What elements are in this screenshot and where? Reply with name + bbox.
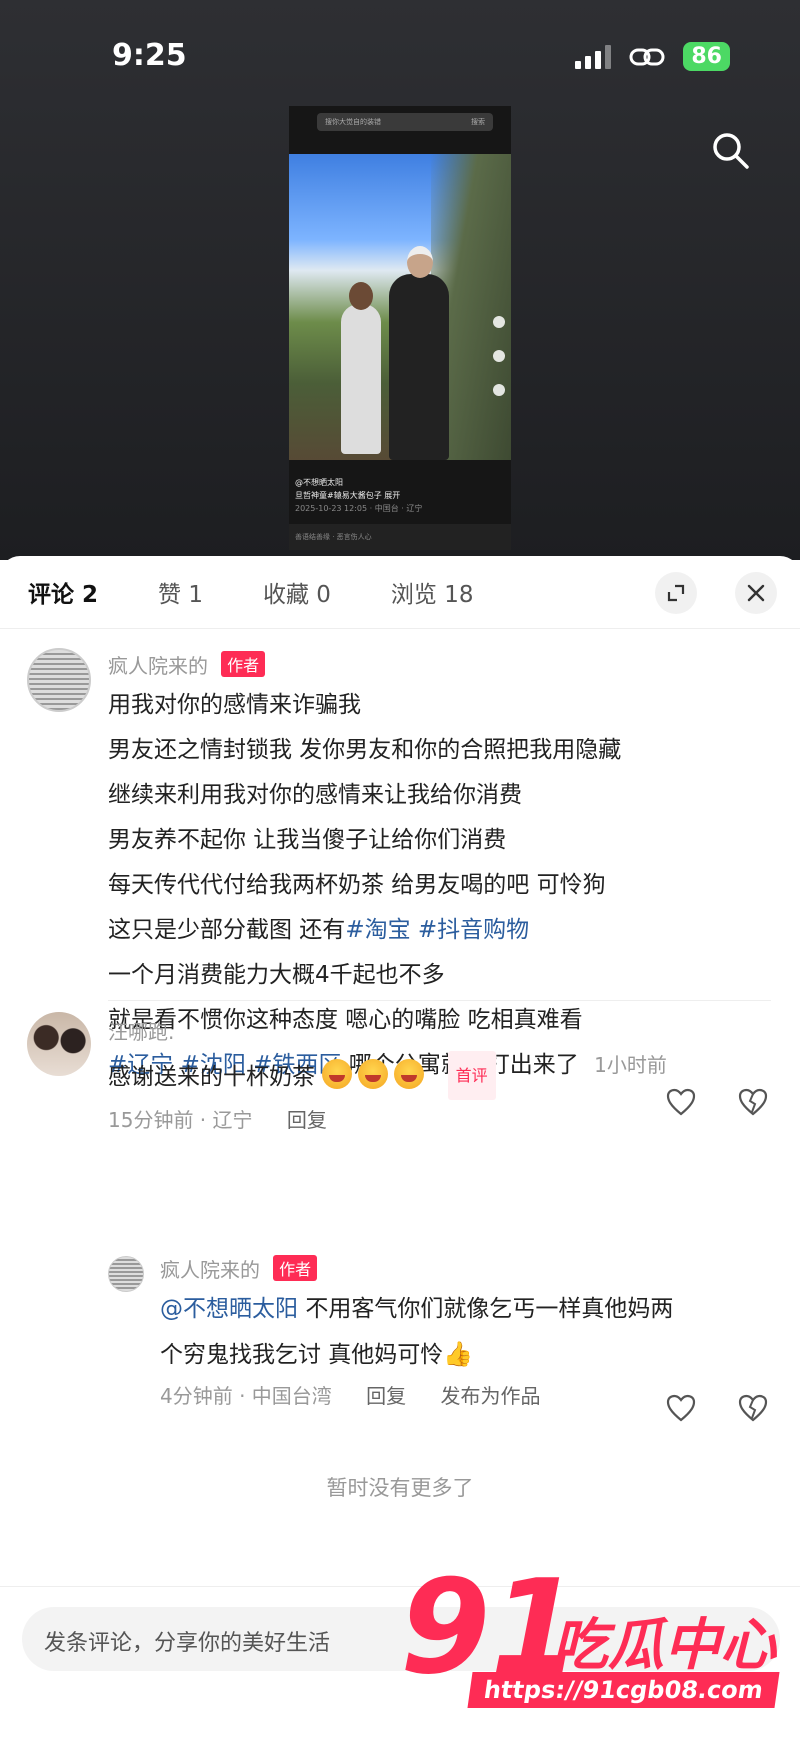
avatar[interactable] <box>108 1256 144 1292</box>
comment-text: 个穷鬼找我乞讨 真他妈可怜👍 <box>160 1332 673 1378</box>
laughing-emoji-icon <box>322 1059 353 1089</box>
tab-likes[interactable]: 赞 1 <box>158 575 203 609</box>
reply-button[interactable]: 回复 <box>287 1108 327 1132</box>
video-background: 9:25 86 搜你大觉自的装错 搜索 @不想晒太阳 旦哲神童#辕易大酱包子 展… <box>0 0 800 560</box>
comment-text: 男友还之情封锁我 发你男友和你的合照把我用隐藏 <box>108 737 622 763</box>
status-time: 9:25 <box>112 38 187 73</box>
heart-icon[interactable] <box>666 1088 696 1116</box>
mention-link[interactable]: @不想晒太阳 <box>160 1296 298 1322</box>
close-button[interactable] <box>735 572 777 614</box>
laughing-emoji-icon <box>358 1059 389 1089</box>
avatar[interactable] <box>27 1012 91 1076</box>
comment-2: 汪哪跑. 感谢送来的十杯奶茶 首评 15分钟前 · 辽宁 回复 <box>108 1016 496 1133</box>
status-icons: 86 <box>575 42 730 71</box>
author-badge: 作者 <box>221 651 266 677</box>
no-more-text: 暂时没有更多了 <box>326 1476 474 1500</box>
comment-time: 1小时前 <box>594 1053 667 1077</box>
signal-icon <box>575 44 612 69</box>
comment-time-location: 4分钟前 · 中国台湾 <box>160 1384 332 1408</box>
comment-author[interactable]: 疯人院来的 <box>108 654 208 678</box>
comment-text: 用我对你的感情来诈骗我 <box>108 692 361 718</box>
comment-text: 继续来利用我对你的感情来让我给你消费 <box>108 782 522 808</box>
tab-views[interactable]: 浏览 18 <box>391 575 474 609</box>
link-icon <box>629 48 665 65</box>
dislike-icon[interactable] <box>738 1394 768 1422</box>
avatar[interactable] <box>27 648 91 712</box>
tab-favorites[interactable]: 收藏 0 <box>263 575 331 609</box>
preview-caption: @不想晒太阳 旦哲神童#辕易大酱包子 展开 2025-10-23 12:05 ·… <box>295 478 423 513</box>
tab-comments[interactable]: 评论 2 <box>28 575 98 609</box>
hashtag-douyin[interactable]: #抖音购物 <box>418 917 529 943</box>
comment-text: @不想晒太阳 不用客气你们就像乞丐一样真他妈两 <box>160 1296 674 1322</box>
preview-side-actions <box>493 316 505 396</box>
comment-divider <box>108 1000 771 1001</box>
dislike-icon[interactable] <box>738 1088 768 1116</box>
comment-text: 一个月消费能力大概4千起也不多 <box>108 962 445 988</box>
watermark-logo: 91 吃瓜中心 https://91cgb08.com <box>400 1562 780 1712</box>
laughing-emoji-icon <box>394 1059 425 1089</box>
comment-text: 每天传代代付给我两杯奶茶 给男友喝的吧 可怜狗 <box>108 872 606 898</box>
first-comment-badge: 首评 <box>447 1051 496 1100</box>
battery-indicator: 86 <box>683 42 730 71</box>
video-frame <box>289 154 511 460</box>
video-preview[interactable]: 搜你大觉自的装错 搜索 @不想晒太阳 旦哲神童#辕易大酱包子 展开 2025-1… <box>289 106 511 550</box>
tabs-divider <box>0 628 800 629</box>
search-icon[interactable] <box>710 130 750 170</box>
expand-button[interactable] <box>655 572 697 614</box>
comment-author[interactable]: 疯人院来的 <box>160 1258 260 1282</box>
comment-reply: 疯人院来的 作者 @不想晒太阳 不用客气你们就像乞丐一样真他妈两 个穷鬼找我乞讨… <box>160 1254 673 1409</box>
comment-time-location: 15分钟前 · 辽宁 <box>108 1108 253 1132</box>
comment-text: 这只是少部分截图 还有#淘宝 #抖音购物 <box>108 917 530 943</box>
author-badge: 作者 <box>273 1255 318 1281</box>
reply-button[interactable]: 回复 <box>366 1384 406 1408</box>
comment-text: 男友养不起你 让我当傻子让给你们消费 <box>108 827 507 853</box>
comment-text: 感谢送来的十杯奶茶 首评 <box>108 1051 496 1100</box>
hashtag-taobao[interactable]: #淘宝 <box>345 917 410 943</box>
thumbs-up-icon: 👍 <box>443 1340 474 1368</box>
close-icon <box>747 584 765 602</box>
heart-icon[interactable] <box>666 1394 696 1422</box>
comment-author[interactable]: 汪哪跑. <box>108 1016 496 1045</box>
preview-comment-hint: 善语结善缘 · 恶言伤人心 <box>289 524 511 550</box>
publish-as-work-button[interactable]: 发布为作品 <box>441 1384 541 1408</box>
preview-search-bar: 搜你大觉自的装错 搜索 <box>317 113 493 131</box>
expand-icon <box>667 584 685 602</box>
